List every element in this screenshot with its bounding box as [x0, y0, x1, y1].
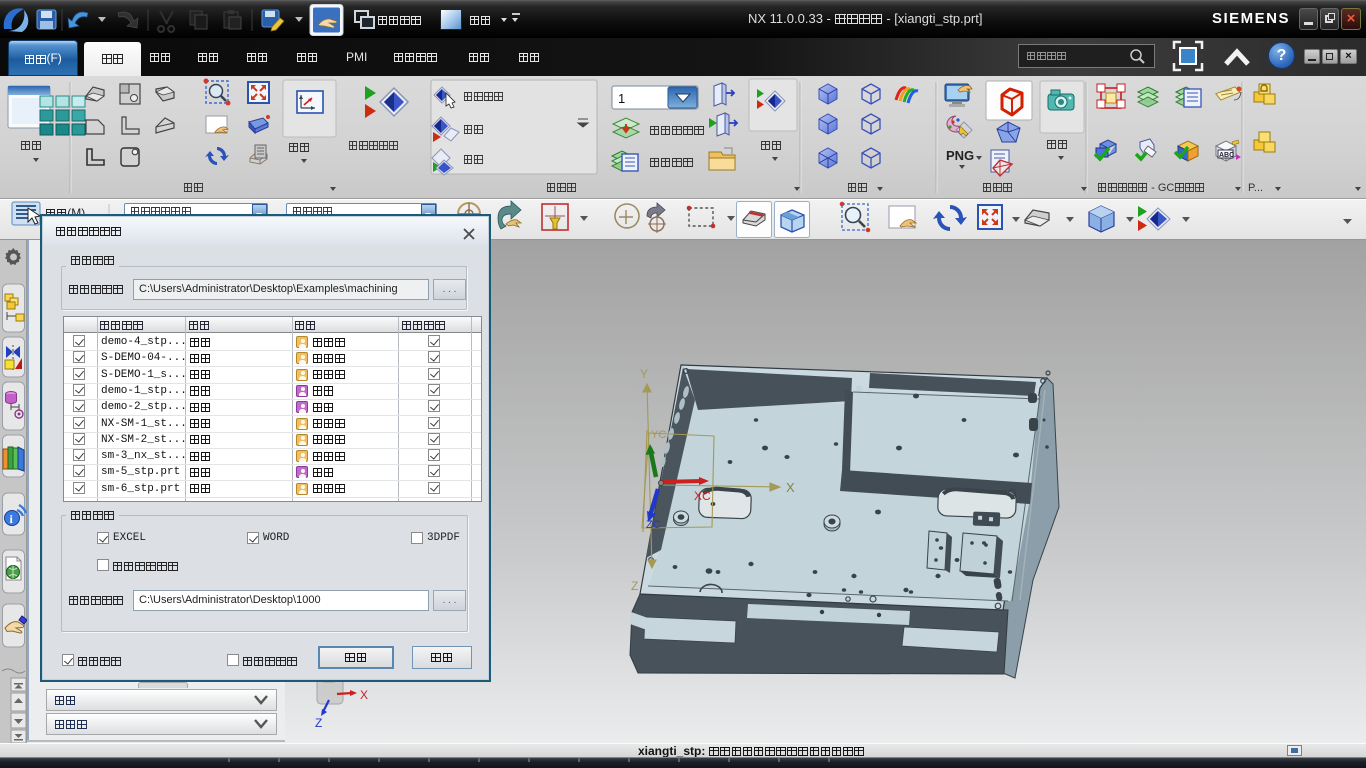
svg-text:ABC: ABC — [1219, 152, 1234, 159]
svg-text:X: X — [360, 688, 368, 702]
svg-text:ZC: ZC — [646, 519, 661, 531]
svg-text:YC: YC — [651, 429, 666, 441]
svg-text:Y: Y — [640, 367, 648, 381]
svg-text:1: 1 — [618, 91, 625, 106]
svg-text:X: X — [786, 480, 795, 495]
svg-text:Z: Z — [631, 579, 638, 593]
svg-text:Z: Z — [315, 716, 322, 730]
svg-text:XC: XC — [694, 489, 711, 503]
